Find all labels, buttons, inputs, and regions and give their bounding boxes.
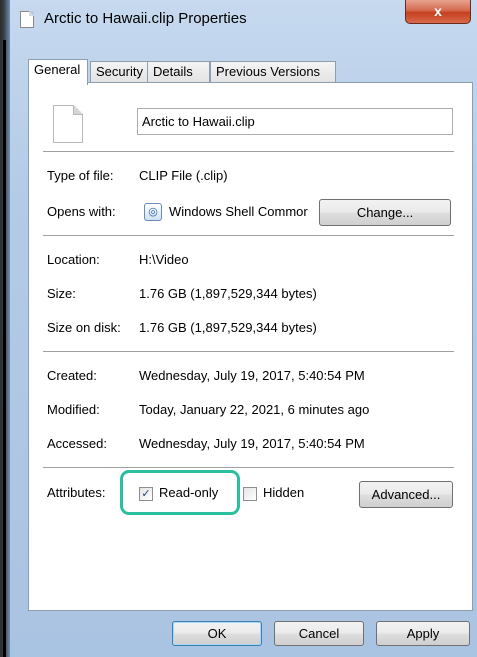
cancel-button[interactable]: Cancel bbox=[274, 621, 364, 646]
modified-label: Modified: bbox=[47, 402, 100, 417]
size-on-disk-value: 1.76 GB (1,897,529,344 bytes) bbox=[139, 320, 317, 335]
size-value: 1.76 GB (1,897,529,344 bytes) bbox=[139, 286, 317, 301]
tab-security[interactable]: Security bbox=[90, 61, 148, 83]
opens-with-label: Opens with: bbox=[47, 204, 116, 219]
ok-button[interactable]: OK bbox=[172, 621, 262, 646]
close-button[interactable]: x bbox=[405, 0, 471, 24]
created-label: Created: bbox=[47, 368, 97, 383]
opens-with-value: Windows Shell Commor bbox=[169, 204, 308, 219]
type-of-file-label: Type of file: bbox=[47, 168, 114, 183]
hidden-checkbox[interactable] bbox=[243, 487, 257, 501]
accessed-value: Wednesday, July 19, 2017, 5:40:54 PM bbox=[139, 436, 365, 451]
window-frame-edge bbox=[3, 40, 6, 657]
advanced-button[interactable]: Advanced... bbox=[359, 481, 453, 508]
window-left-frame bbox=[0, 0, 10, 657]
tab-details[interactable]: Details bbox=[147, 61, 210, 83]
document-icon bbox=[53, 105, 83, 143]
separator bbox=[43, 351, 454, 352]
size-on-disk-label: Size on disk: bbox=[47, 320, 121, 335]
separator bbox=[43, 151, 454, 152]
tab-general[interactable]: General bbox=[28, 59, 88, 85]
window-title: Arctic to Hawaii.clip Properties bbox=[44, 10, 247, 27]
separator bbox=[43, 467, 454, 468]
tab-previous-versions[interactable]: Previous Versions bbox=[210, 61, 336, 83]
document-icon bbox=[20, 11, 34, 28]
shell-app-icon: ◎ bbox=[144, 203, 162, 221]
size-label: Size: bbox=[47, 286, 76, 301]
general-tab-panel: Type of file: CLIP File (.clip) Opens wi… bbox=[28, 82, 473, 611]
created-value: Wednesday, July 19, 2017, 5:40:54 PM bbox=[139, 368, 365, 383]
hidden-label[interactable]: Hidden bbox=[263, 485, 304, 500]
change-button[interactable]: Change... bbox=[319, 199, 451, 226]
title-bar[interactable]: Arctic to Hawaii.clip Properties x bbox=[0, 0, 477, 36]
apply-button[interactable]: Apply bbox=[376, 621, 470, 646]
accessed-label: Accessed: bbox=[47, 436, 107, 451]
location-label: Location: bbox=[47, 252, 100, 267]
type-of-file-value: CLIP File (.clip) bbox=[139, 168, 228, 183]
separator bbox=[43, 235, 454, 236]
location-value: H:\Video bbox=[139, 252, 189, 267]
attributes-label: Attributes: bbox=[47, 485, 106, 500]
file-name-field[interactable] bbox=[137, 108, 453, 135]
modified-value: Today, January 22, 2021, 6 minutes ago bbox=[139, 402, 370, 417]
properties-window: Arctic to Hawaii.clip Properties x Gener… bbox=[0, 0, 477, 657]
read-only-highlight-box bbox=[120, 470, 240, 515]
